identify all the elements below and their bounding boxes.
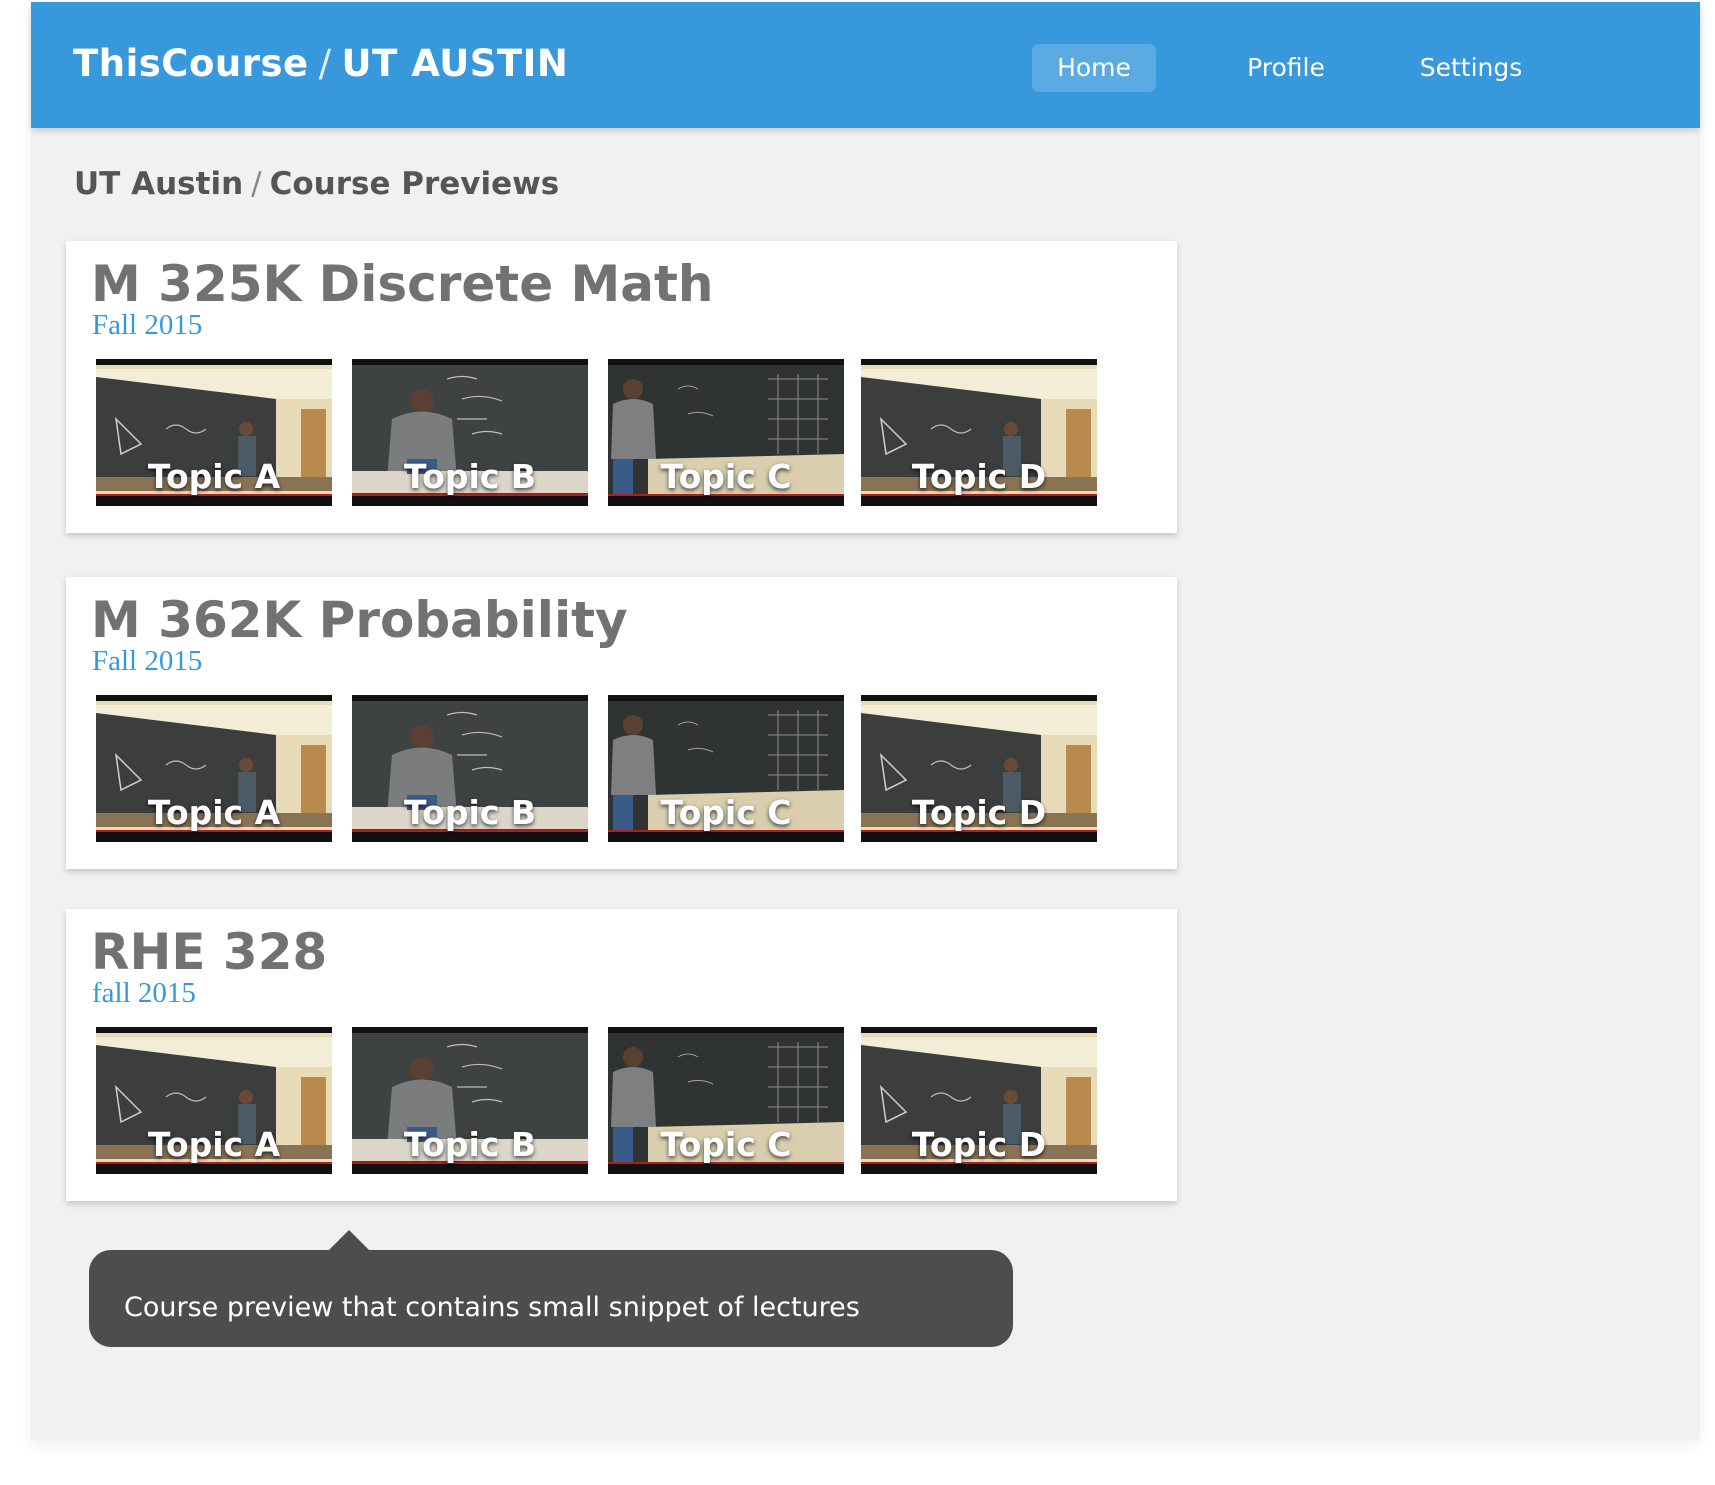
nav-home-button[interactable]: Home [1032,44,1156,92]
lecture-topic-label: Topic D [911,457,1047,496]
lecture-preview-video[interactable]: Topic C [608,1027,844,1174]
course-card: M 325K Discrete Math Fall 2015 Topic A Topi… [66,241,1177,533]
lecture-preview-video[interactable]: Topic B [352,1027,588,1174]
tooltip: Course preview that contains small snipp… [89,1250,1013,1347]
lecture-topic-label: Topic B [404,793,536,832]
lecture-topic-label: Topic B [404,1125,536,1164]
course-card: M 362K Probability Fall 2015 Topic A Topic … [66,577,1177,869]
course-title[interactable]: M 362K Probability [91,591,628,649]
lecture-preview-video[interactable]: Topic D [861,1027,1097,1174]
course-title[interactable]: M 325K Discrete Math [91,255,714,313]
lecture-preview-video[interactable]: Topic D [861,359,1097,506]
lecture-preview-list: Topic A Topic B Topic C Topic D [96,695,1156,842]
breadcrumb-separator: / [251,166,262,202]
tooltip-text: Course preview that contains small snipp… [124,1292,860,1323]
lecture-topic-label: Topic A [147,1125,281,1164]
tooltip-arrow [327,1230,371,1252]
course-card: RHE 328 fall 2015 Topic A Topic B Topic C Top… [66,909,1177,1201]
lecture-preview-video[interactable]: Topic A [96,695,332,842]
lecture-topic-label: Topic C [660,793,792,832]
app-window: ThisCourse / UT AUSTIN Home Profile Settin… [31,2,1700,1440]
lecture-preview-video[interactable]: Topic B [352,695,588,842]
course-term: Fall 2015 [92,309,203,341]
nav-settings-link[interactable]: Settings [1406,44,1536,92]
lecture-preview-video[interactable]: Topic A [96,1027,332,1174]
lecture-topic-label: Topic B [404,457,536,496]
school-name: UT AUSTIN [341,42,569,85]
lecture-topic-label: Topic C [660,457,792,496]
brand-name: ThisCourse [73,42,309,85]
lecture-topic-label: Topic A [147,457,281,496]
breadcrumb-page: Course Previews [269,166,560,202]
lecture-topic-label: Topic D [911,793,1047,832]
course-term: Fall 2015 [92,645,203,677]
course-title[interactable]: RHE 328 [91,923,327,981]
brand-title[interactable]: ThisCourse / UT AUSTIN [73,42,568,85]
breadcrumb-school[interactable]: UT Austin [74,166,243,202]
breadcrumb: UT Austin / Course Previews [74,166,559,202]
lecture-preview-list: Topic A Topic B Topic C Topic D [96,359,1156,506]
lecture-preview-video[interactable]: Topic A [96,359,332,506]
lecture-preview-video[interactable]: Topic C [608,359,844,506]
lecture-preview-video[interactable]: Topic C [608,695,844,842]
nav-profile-link[interactable]: Profile [1231,44,1341,92]
lecture-topic-label: Topic D [911,1125,1047,1164]
course-term: fall 2015 [92,977,196,1009]
lecture-topic-label: Topic C [660,1125,792,1164]
lecture-preview-video[interactable]: Topic B [352,359,588,506]
lecture-preview-video[interactable]: Topic D [861,695,1097,842]
lecture-preview-list: Topic A Topic B Topic C Topic D [96,1027,1156,1174]
lecture-topic-label: Topic A [147,793,281,832]
top-navigation-bar: ThisCourse / UT AUSTIN Home Profile Settin… [31,2,1700,128]
brand-separator: / [318,42,332,85]
